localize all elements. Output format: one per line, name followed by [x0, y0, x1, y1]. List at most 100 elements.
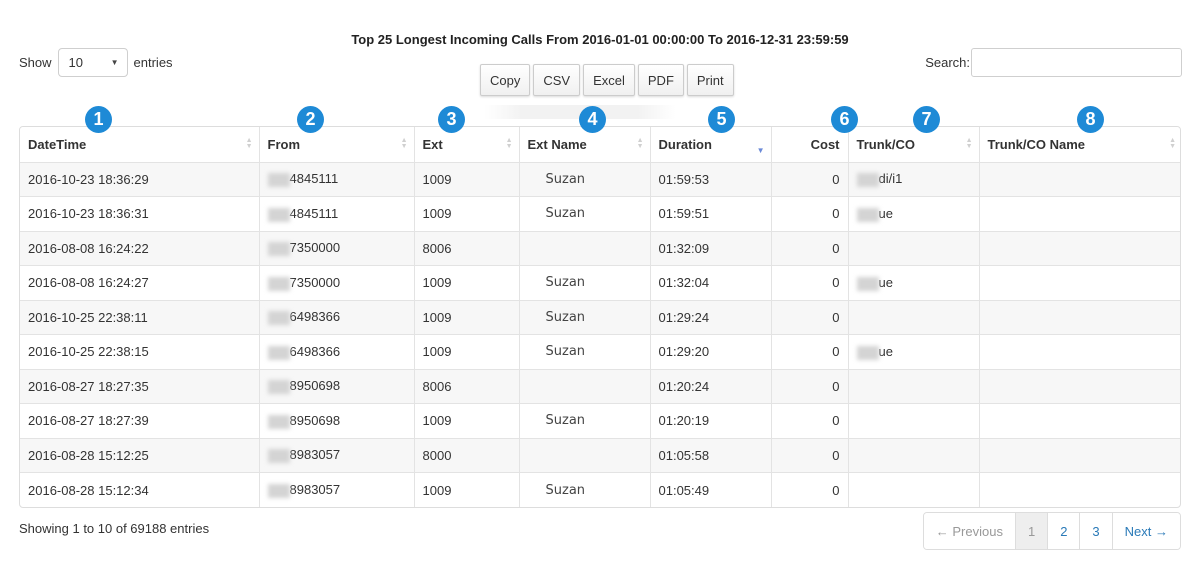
cell-ext-text: 1009 — [422, 206, 452, 222]
page-button-2[interactable]: 2 — [1048, 513, 1081, 549]
cell-from-text: 7350000 — [289, 240, 341, 256]
cell-ext-text: 8006 — [422, 378, 452, 394]
column-header-datetime[interactable]: DateTime ▲ ▼ — [20, 127, 260, 163]
column-header-ext[interactable]: Ext ▲ ▼ — [414, 127, 520, 163]
annotation-badge-8: 8 — [1077, 106, 1104, 133]
cell-datetime-text: 2016-08-27 18:27:35 — [28, 378, 149, 394]
cell-duration: 01:05:49 — [650, 472, 772, 507]
annotation-badge-6: 6 — [831, 106, 858, 133]
table-row[interactable]: 2016-10-25 22:38:15 6498366 1009 Suzan 01:29… — [20, 334, 1180, 370]
cell-datetime-text: 2016-08-27 18:27:39 — [28, 413, 149, 429]
page-length-select[interactable]: 10 ▼ — [57, 48, 128, 77]
cell-duration: 01:59:53 — [650, 162, 772, 197]
print-button[interactable]: Print — [686, 64, 734, 96]
table-row[interactable]: 2016-08-08 16:24:27 7350000 1009 Suzan 01:32… — [20, 265, 1180, 301]
cell-trunk-co-name — [979, 162, 1180, 197]
calls-table-container: DateTime ▲ ▼ From ▲ ▼ Ext ▲ ▼ Ext Name ▲ ▼ — [19, 126, 1181, 508]
cell-datetime-text: 2016-10-25 22:38:15 — [28, 344, 149, 360]
copy-button[interactable]: Copy — [480, 64, 531, 96]
cell-trunk-co-name — [979, 196, 1180, 232]
cell-from: 6498366 — [259, 300, 415, 335]
table-row[interactable]: 2016-08-28 15:12:25 8983057 8000 01:05:58 0 — [20, 438, 1180, 473]
cell-ext: 1009 — [414, 196, 520, 232]
cell-datetime-text: 2016-08-28 15:12:25 — [28, 447, 149, 463]
cell-trunk-co-name — [979, 403, 1180, 439]
next-page-button[interactable]: Next → — [1112, 513, 1180, 549]
cell-ext-name — [519, 369, 651, 404]
table-row[interactable]: 2016-10-23 18:36:29 4845111 1009 Suzan 01:59… — [20, 162, 1180, 197]
cell-from: 8983057 — [259, 438, 415, 473]
cell-from: 4845111 — [259, 196, 415, 232]
redacted-prefix — [267, 483, 290, 498]
redacted-prefix — [856, 207, 879, 222]
cell-datetime-text: 2016-08-28 15:12:34 — [28, 482, 149, 498]
cell-ext-name-text: Suzan — [545, 275, 586, 291]
cell-datetime: 2016-08-27 18:27:39 — [20, 403, 260, 439]
cell-datetime-text: 2016-10-25 22:38:11 — [28, 309, 148, 325]
cell-ext-name: Suzan — [519, 196, 651, 232]
table-row[interactable]: 2016-08-27 18:27:35 8950698 8006 01:20:24 0 — [20, 369, 1180, 404]
cell-ext: 1009 — [414, 403, 520, 439]
column-header-cost[interactable]: Cost — [771, 127, 849, 163]
page-button-3[interactable]: 3 — [1080, 513, 1113, 549]
column-header-trunk-co[interactable]: Trunk/CO ▲ ▼ — [848, 127, 980, 163]
table-row[interactable]: 2016-08-28 15:12:34 8983057 1009 Suzan 01:05… — [20, 472, 1180, 508]
pdf-button[interactable]: PDF — [637, 64, 684, 96]
cell-ext-text: 1009 — [422, 171, 452, 187]
cell-ext-name-text: Suzan — [545, 482, 586, 498]
cell-datetime-text: 2016-08-08 16:24:27 — [28, 275, 149, 291]
cell-trunk-co — [848, 369, 980, 404]
cell-duration-text: 01:32:09 — [658, 240, 710, 256]
table-row[interactable]: 2016-08-08 16:24:22 7350000 8006 01:32:09 0 — [20, 231, 1180, 266]
cell-cost-text: 0 — [832, 206, 840, 222]
cell-datetime: 2016-08-28 15:12:25 — [20, 438, 260, 473]
cell-datetime: 2016-10-25 22:38:15 — [20, 334, 260, 370]
entries-label: entries — [133, 55, 173, 70]
sort-both-icon: ▲ ▼ — [505, 137, 513, 151]
cell-duration: 01:29:20 — [650, 334, 772, 370]
excel-button[interactable]: Excel — [583, 64, 635, 96]
table-row[interactable]: 2016-10-25 22:38:11 6498366 1009 Suzan 01:29… — [20, 300, 1180, 335]
cell-trunk-co-name — [979, 473, 1180, 508]
call-report-page: Top 25 Longest Incoming Calls From 2016-… — [0, 0, 1200, 585]
page-button-1[interactable]: 1 — [1015, 513, 1049, 549]
column-header-duration[interactable]: Duration ▼ — [650, 127, 772, 163]
cell-datetime: 2016-10-23 18:36:31 — [20, 196, 260, 232]
cell-ext-name-text: Suzan — [545, 206, 586, 222]
cell-cost: 0 — [771, 196, 849, 232]
redacted-prefix — [267, 345, 290, 360]
column-header-from[interactable]: From ▲ ▼ — [259, 127, 415, 163]
search-input[interactable] — [971, 48, 1182, 77]
cell-cost-text: 0 — [832, 309, 840, 325]
cell-duration-text: 01:05:58 — [658, 447, 710, 463]
cell-cost: 0 — [771, 265, 849, 301]
annotation-badge-5: 5 — [708, 106, 735, 133]
cell-cost-text: 0 — [832, 275, 840, 291]
cell-trunk-co — [848, 403, 980, 439]
search-label: Search: — [925, 55, 970, 70]
csv-button[interactable]: CSV — [533, 64, 581, 96]
cell-datetime: 2016-10-23 18:36:29 — [20, 162, 260, 197]
column-header-trunk-co-name[interactable]: Trunk/CO Name ▲ ▼ — [979, 127, 1180, 163]
table-row[interactable]: 2016-08-27 18:27:39 8950698 1009 Suzan 01:20… — [20, 403, 1180, 439]
cell-from-text: 8983057 — [289, 447, 341, 463]
cell-trunk-co — [848, 472, 980, 507]
column-header-ext-name[interactable]: Ext Name ▲ ▼ — [519, 127, 651, 163]
cell-cost: 0 — [771, 438, 849, 473]
page-length-value: 10 — [68, 55, 83, 70]
sort-descending-icon: ▼ — [756, 146, 765, 155]
cell-ext-name — [519, 438, 651, 473]
cell-cost: 0 — [771, 300, 849, 335]
sort-both-icon: ▲ ▼ — [1169, 137, 1176, 151]
cell-duration-text: 01:59:51 — [658, 206, 710, 222]
previous-page-button[interactable]: ← Previous — [923, 513, 1016, 549]
table-row[interactable]: 2016-10-23 18:36:31 4845111 1009 Suzan 01:59… — [20, 196, 1180, 232]
show-label: Show — [19, 55, 52, 70]
annotation-badge-3: 3 — [438, 106, 465, 133]
cell-datetime-text: 2016-10-23 18:36:29 — [28, 171, 149, 187]
cell-duration-text: 01:59:53 — [658, 171, 710, 187]
cell-trunk-co — [848, 231, 980, 266]
cell-ext-name — [519, 231, 651, 266]
cell-ext-text: 1009 — [422, 309, 452, 325]
cell-ext-name: Suzan — [519, 403, 651, 439]
